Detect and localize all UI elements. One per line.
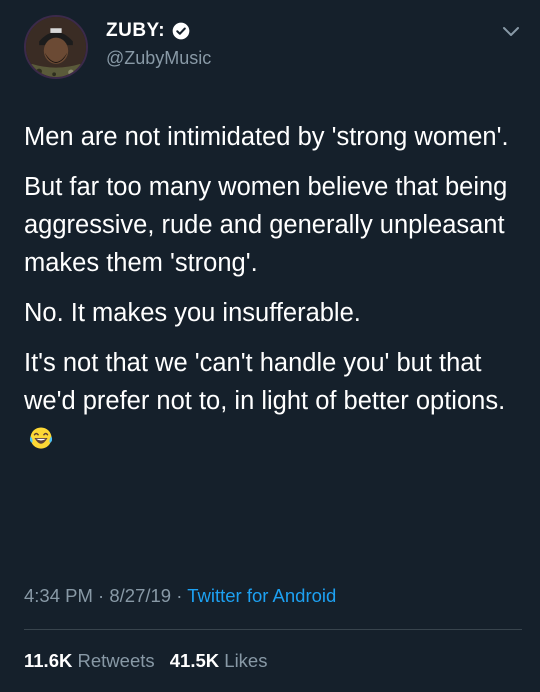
avatar[interactable] <box>24 15 88 79</box>
tweet-meta: 4:34 PM · 8/27/19 · Twitter for Android <box>24 585 336 607</box>
tweet-paragraph: It's not that we 'can't handle you' but … <box>24 349 506 415</box>
meta-separator: · <box>171 585 188 606</box>
avatar-image <box>26 17 86 77</box>
retweets-count: 11.6K <box>24 650 73 671</box>
retweets-label: Retweets <box>77 650 155 671</box>
divider <box>24 629 522 630</box>
user-handle[interactable]: @ZubyMusic <box>106 48 211 69</box>
verified-badge-icon <box>172 22 190 40</box>
likes-count: 41.5K <box>169 650 220 671</box>
tweet-time[interactable]: 4:34 PM <box>24 585 93 606</box>
likes-stat[interactable]: 41.5K Likes <box>170 650 268 671</box>
tweet-card: ZUBY: @ZubyMusic Men are not intimidated… <box>0 0 540 692</box>
retweets-stat[interactable]: 11.6K Retweets <box>24 650 155 671</box>
tweet-paragraph: But far too many women believe that bein… <box>24 173 508 277</box>
laughing-tears-emoji-icon <box>29 427 53 449</box>
display-name[interactable]: ZUBY: <box>106 20 165 42</box>
chevron-down-icon[interactable] <box>502 26 520 38</box>
meta-separator: · <box>92 585 110 606</box>
tweet-text: Men are not intimidated by 'strong women… <box>24 118 524 470</box>
tweet-paragraph-last: It's not that we 'can't handle you' but … <box>24 344 524 458</box>
author-name-row[interactable]: ZUBY: <box>106 20 191 42</box>
tweet-stats: 11.6K Retweets 41.5K Likes <box>24 650 277 672</box>
tweet-date[interactable]: 8/27/19 <box>109 585 171 606</box>
tweet-paragraph: No. It makes you insufferable. <box>24 299 361 327</box>
likes-label: Likes <box>224 650 268 671</box>
tweet-paragraph: Men are not intimidated by 'strong women… <box>24 123 509 151</box>
tweet-source-link[interactable]: Twitter for Android <box>187 585 336 606</box>
